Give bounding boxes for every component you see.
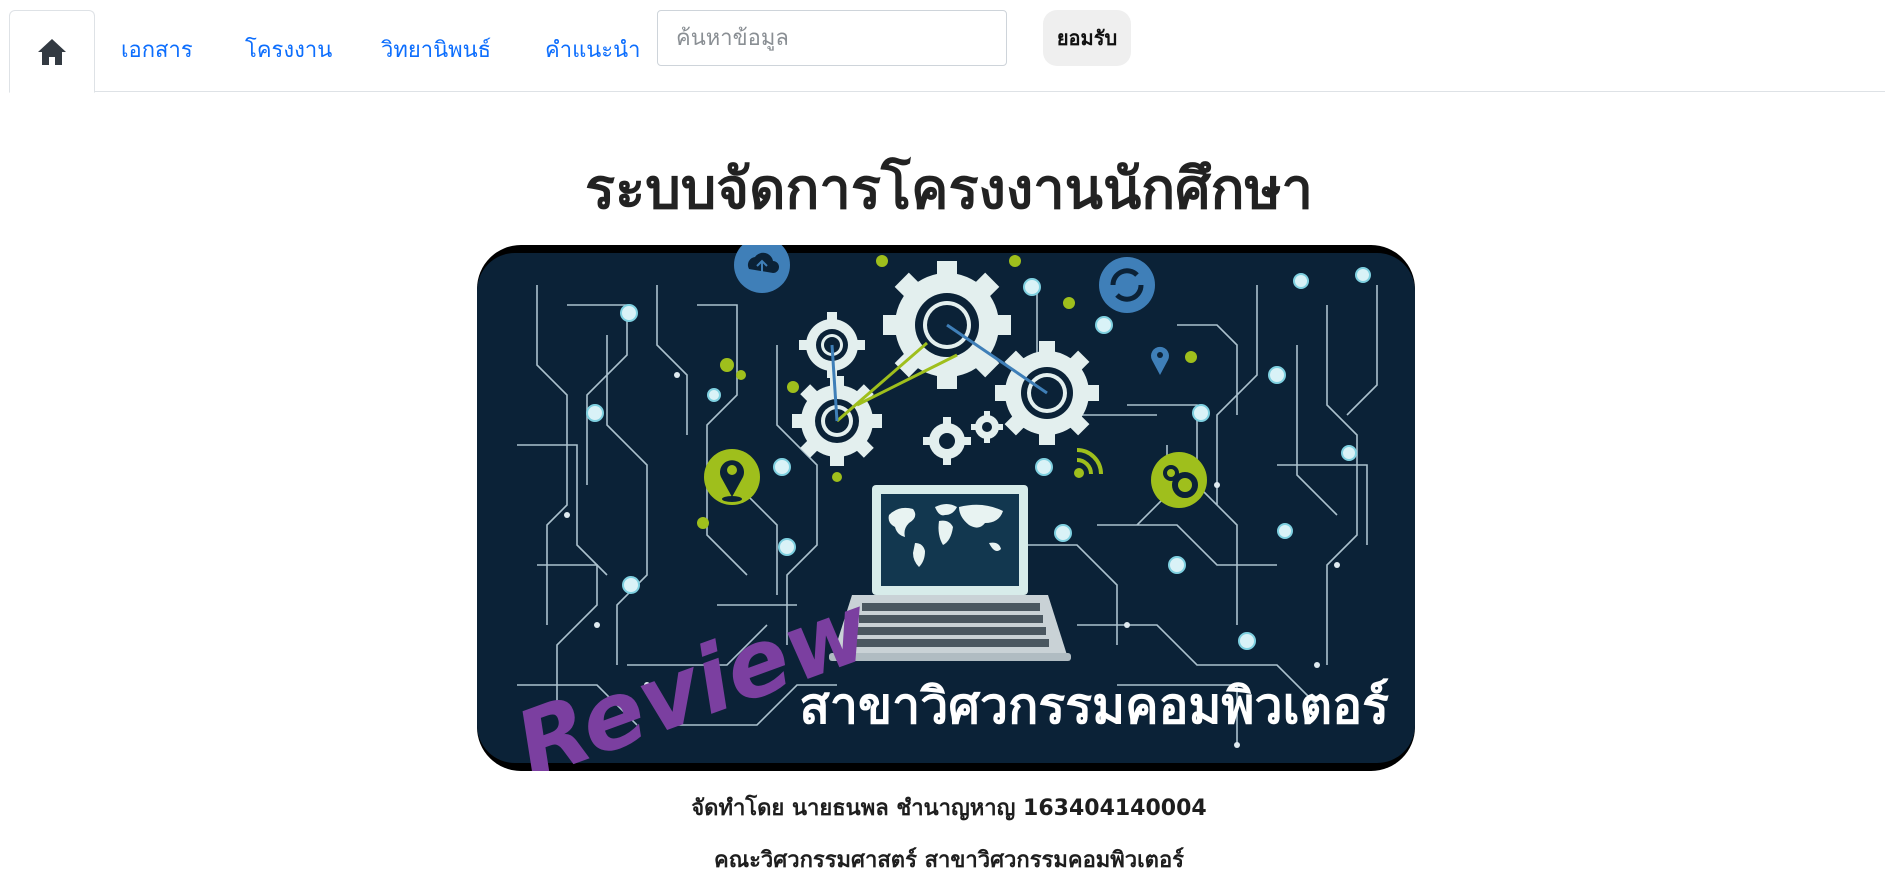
location-pin-icon [704, 449, 760, 505]
accept-button[interactable]: ยอมรับ [1043, 10, 1131, 66]
gear-badge-icon [1151, 452, 1207, 508]
page-title: ระบบจัดการโครงงานนักศึกษา [585, 157, 1313, 222]
search-input[interactable] [657, 10, 1007, 66]
nav-link-projects[interactable]: โครงงาน [245, 32, 332, 67]
top-navbar: เอกสาร โครงงาน วิทยานิพนธ์ คำแนะนำ ยอมรั… [9, 10, 1885, 93]
home-tab[interactable] [9, 10, 95, 93]
sync-icon [1099, 257, 1155, 313]
nav-link-documents[interactable]: เอกสาร [121, 32, 193, 67]
nav-link-guide[interactable]: คำแนะนำ [545, 32, 641, 67]
banner-image: Review สาขาวิศวกรรมคอมพิวเตอร์ [477, 245, 1415, 771]
home-icon [38, 38, 66, 65]
banner-illustration: Review สาขาวิศวกรรมคอมพิวเตอร์ [477, 245, 1415, 771]
credit-faculty: คณะวิศวกรรมศาสตร์ สาขาวิศวกรรมคอมพิวเตอร… [713, 848, 1184, 873]
nav-link-theses[interactable]: วิทยานิพนธ์ [381, 32, 491, 67]
banner-caption: สาขาวิศวกรรมคอมพิวเตอร์ [799, 677, 1389, 735]
credit-author: จัดทำโดย นายธนพล ชำนาญหาญ 163404140004 [691, 796, 1207, 821]
